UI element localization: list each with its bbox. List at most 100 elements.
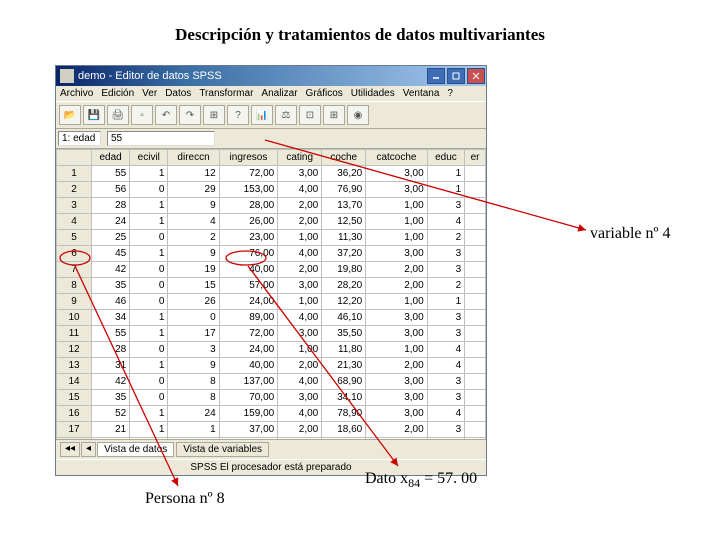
cell[interactable]: 2,00 (278, 198, 322, 214)
cell[interactable]: 1 (427, 166, 464, 182)
cell[interactable]: 35 (92, 390, 130, 406)
cell[interactable]: 137,00 (219, 374, 278, 390)
cell[interactable]: 72,00 (219, 326, 278, 342)
sets-icon[interactable]: ◉ (347, 105, 369, 125)
cell[interactable]: 15 (168, 278, 219, 294)
menu-ventana[interactable]: Ventana (403, 88, 440, 99)
menu-transformar[interactable]: Transformar (199, 88, 253, 99)
cell[interactable]: 2,00 (278, 438, 322, 440)
cell[interactable]: 0 (130, 342, 168, 358)
cell[interactable]: 4 (168, 214, 219, 230)
cell[interactable]: 1 (427, 182, 464, 198)
cell[interactable]: 28,20 (322, 278, 366, 294)
cell[interactable]: 34 (92, 310, 130, 326)
cell[interactable]: 0 (130, 262, 168, 278)
cell[interactable]: 3 (427, 390, 464, 406)
maximize-button[interactable] (447, 68, 465, 84)
cell[interactable]: 18 (57, 438, 92, 440)
chart-icon[interactable]: 📊 (251, 105, 273, 125)
cell[interactable]: 9 (168, 198, 219, 214)
cell[interactable]: 1 (130, 198, 168, 214)
cell[interactable]: 11,80 (322, 342, 366, 358)
value-icon[interactable]: ⊞ (323, 105, 345, 125)
cell[interactable]: 1 (130, 214, 168, 230)
close-button[interactable] (467, 68, 485, 84)
menu-archivo[interactable]: Archivo (60, 88, 93, 99)
cell[interactable]: 42 (92, 262, 130, 278)
cell[interactable]: 28 (92, 342, 130, 358)
cell[interactable]: 4,00 (278, 182, 322, 198)
tab-variable-view[interactable]: Vista de variables (176, 442, 269, 457)
cell[interactable]: 24,00 (219, 294, 278, 310)
cell[interactable]: 3 (427, 246, 464, 262)
cell[interactable]: 4 (427, 214, 464, 230)
cell[interactable]: 0 (168, 438, 219, 440)
minimize-button[interactable] (427, 68, 445, 84)
menu-gráficos[interactable]: Gráficos (306, 88, 343, 99)
cell[interactable] (465, 342, 486, 358)
data-grid[interactable]: edadecivildireccningresoscatingcochecatc… (56, 149, 486, 439)
cell[interactable]: 3,00 (366, 326, 427, 342)
cell[interactable]: 0 (130, 390, 168, 406)
cell[interactable]: 72,00 (219, 166, 278, 182)
menu-?[interactable]: ? (447, 88, 453, 99)
cell[interactable] (465, 262, 486, 278)
weight-icon[interactable]: ⚖ (275, 105, 297, 125)
cell[interactable]: 3,00 (366, 182, 427, 198)
cell[interactable]: 1,00 (366, 294, 427, 310)
print-icon[interactable]: 🖨 (107, 105, 129, 125)
cell[interactable]: 8 (168, 374, 219, 390)
cell[interactable]: 4 (427, 342, 464, 358)
cell[interactable]: 4 (427, 358, 464, 374)
redo-icon[interactable]: ↷ (179, 105, 201, 125)
cell[interactable]: 4 (427, 406, 464, 422)
menu-ver[interactable]: Ver (142, 88, 157, 99)
cell[interactable]: 56 (92, 182, 130, 198)
cell[interactable]: 26 (168, 294, 219, 310)
cell[interactable]: 31 (92, 358, 130, 374)
cell[interactable]: 13,70 (322, 198, 366, 214)
cell[interactable] (465, 310, 486, 326)
cell[interactable]: 3,00 (366, 406, 427, 422)
cell[interactable]: 76,90 (322, 182, 366, 198)
tab-first[interactable]: ◂◂ (60, 442, 80, 457)
cell[interactable]: 3 (427, 262, 464, 278)
cell[interactable]: 0 (130, 438, 168, 440)
cell[interactable]: 2,00 (366, 262, 427, 278)
cell[interactable]: 9 (168, 358, 219, 374)
cell[interactable]: 1 (130, 422, 168, 438)
cell[interactable]: 4,00 (278, 246, 322, 262)
cell[interactable]: 42 (92, 374, 130, 390)
cell[interactable]: 1 (168, 422, 219, 438)
menu-datos[interactable]: Datos (165, 88, 191, 99)
cell[interactable]: 29 (168, 182, 219, 198)
cell[interactable]: 17 (168, 326, 219, 342)
cell[interactable]: 1,00 (366, 198, 427, 214)
cell[interactable]: 52 (92, 406, 130, 422)
cell[interactable]: 1 (130, 246, 168, 262)
cell[interactable]: 2,00 (278, 262, 322, 278)
cell[interactable]: 11,30 (322, 230, 366, 246)
cell[interactable]: 12 (168, 166, 219, 182)
col-header[interactable]: educ (427, 150, 464, 166)
cell[interactable] (465, 438, 486, 440)
cell[interactable]: 7 (57, 262, 92, 278)
cell[interactable]: 3,00 (366, 310, 427, 326)
cell[interactable]: 3,00 (366, 374, 427, 390)
cell[interactable] (465, 390, 486, 406)
cell[interactable]: 1 (130, 358, 168, 374)
cell[interactable]: 37,20 (322, 246, 366, 262)
cell[interactable]: 16 (57, 406, 92, 422)
cell[interactable]: 8 (168, 390, 219, 406)
cell[interactable] (465, 422, 486, 438)
cell[interactable]: 40,00 (219, 262, 278, 278)
cell[interactable]: 36,20 (322, 166, 366, 182)
cell[interactable]: 3 (57, 198, 92, 214)
cell[interactable]: 153,00 (219, 182, 278, 198)
cell[interactable]: 70,00 (219, 390, 278, 406)
current-cell-value[interactable]: 55 (107, 131, 215, 146)
cell[interactable]: 1,00 (278, 294, 322, 310)
cell[interactable]: 4 (57, 214, 92, 230)
cell[interactable]: 13,70 (322, 438, 366, 440)
select-icon[interactable]: ⊡ (299, 105, 321, 125)
